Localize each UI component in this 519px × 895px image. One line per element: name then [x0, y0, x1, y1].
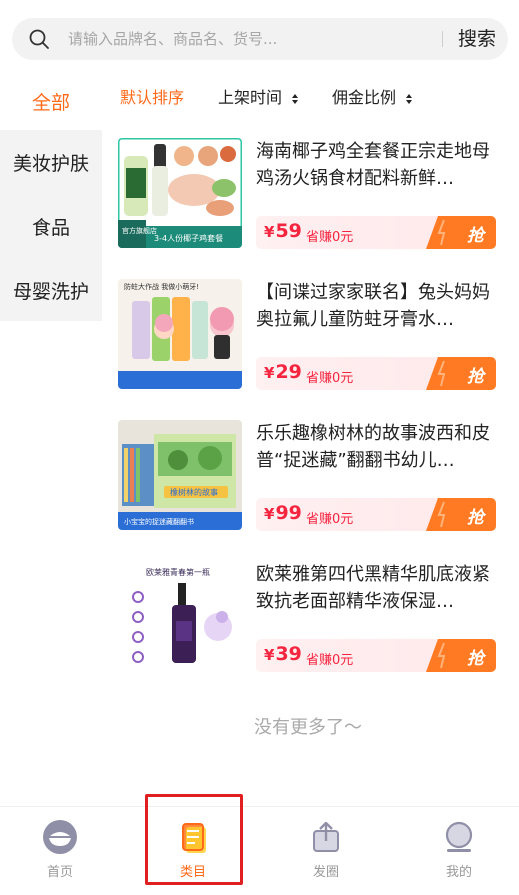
currency-symbol: ¥	[264, 646, 275, 664]
product-image-loreal-serum: 欧莱雅青春第一瓶	[118, 561, 242, 671]
tab-label: 类目	[179, 865, 206, 880]
sort-default-label: 默认排序	[120, 88, 185, 107]
price-value: 59	[275, 220, 302, 242]
share-icon	[313, 821, 339, 852]
sort-commission-label: 佣金比例	[332, 88, 397, 107]
product-image-coconut-chicken: 官方旗舰店 3-4人份椰子鸡套餐	[118, 138, 242, 248]
thumb-badge-text: 官方旗舰店	[122, 226, 157, 235]
sort-default[interactable]: 默认排序	[120, 84, 184, 108]
product-earn: 省赚0元	[306, 371, 354, 386]
price-bar: ¥99 省赚0元 抢	[256, 498, 496, 531]
product-earn: 省赚0元	[306, 653, 354, 668]
category-sidebar: 全部 美妆护肤 食品 母婴洗护	[0, 72, 102, 322]
product-price: ¥99	[264, 502, 302, 524]
grab-button-bg	[426, 498, 496, 531]
category-list-icon	[182, 823, 206, 853]
search-button[interactable]: 搜索	[458, 26, 496, 52]
product-card[interactable]: 官方旗舰店 3-4人份椰子鸡套餐 海南椰子鸡全套餐正宗走地母鸡汤火锅食材配料新鲜…	[118, 138, 498, 250]
product-title[interactable]: 海南椰子鸡全套餐正宗走地母鸡汤火锅食材配料新鲜…	[256, 138, 500, 192]
grab-label: 抢	[467, 226, 484, 246]
product-price: ¥39	[264, 643, 302, 665]
tab-label: 我的	[445, 865, 472, 880]
grab-button[interactable]: 抢	[426, 639, 496, 672]
sidebar-item-baby-care[interactable]: 母婴洗护	[0, 258, 102, 322]
price-value: 99	[275, 502, 302, 524]
search-input[interactable]	[68, 29, 418, 49]
search-divider	[442, 31, 443, 47]
currency-symbol: ¥	[264, 505, 275, 523]
price-value: 39	[275, 643, 302, 665]
sort-arrows-icon	[406, 93, 413, 104]
search-bar: 搜索	[12, 18, 508, 60]
grab-label: 抢	[467, 508, 484, 528]
tab-label: 发圈	[312, 865, 339, 880]
price-bar: ¥59 省赚0元 抢	[256, 216, 496, 249]
grab-button[interactable]: 抢	[426, 357, 496, 390]
grab-button-bg	[426, 357, 496, 390]
product-title[interactable]: 乐乐趣橡树林的故事波西和皮普“捉迷藏”翻翻书幼儿…	[256, 420, 500, 474]
thumb-caption-text: 防蛀大作战 我做小萌牙!	[124, 282, 199, 291]
price-bar: ¥39 省赚0元 抢	[256, 639, 496, 672]
thumb-caption-text: 3-4人份椰子鸡套餐	[154, 233, 223, 243]
sort-commission[interactable]: 佣金比例	[332, 84, 413, 108]
thumb-caption-text: 橡树林的故事	[170, 487, 218, 497]
tab-label: 首页	[46, 865, 73, 880]
product-title[interactable]: 【间谍过家家联名】兔头妈妈奥拉氟儿童防蛀牙膏水…	[256, 279, 500, 333]
product-title[interactable]: 欧莱雅第四代黑精华肌底液紧致抗老面部精华液保湿…	[256, 561, 500, 615]
product-price: ¥29	[264, 361, 302, 383]
product-image-toothpaste: 防蛀大作战 我做小萌牙!	[118, 279, 242, 389]
thumb-caption-text: 欧莱雅青春第一瓶	[146, 567, 210, 577]
grab-button[interactable]: 抢	[426, 216, 496, 249]
bottom-tab-bar: 首页 类目 发圈 我的	[0, 806, 519, 895]
profile-icon	[445, 821, 473, 852]
tab-category[interactable]: 类目	[138, 807, 248, 895]
tab-home[interactable]: 首页	[5, 807, 115, 895]
product-card[interactable]: 欧莱雅青春第一瓶 欧莱雅第四代黑精华肌底液紧致抗老面部精华液保湿… ¥39 省赚…	[118, 561, 498, 673]
grab-button-bg	[426, 216, 496, 249]
sort-listing-time-label: 上架时间	[218, 88, 283, 107]
product-price: ¥59	[264, 220, 302, 242]
price-bar: ¥29 省赚0元 抢	[256, 357, 496, 390]
grab-button[interactable]: 抢	[426, 498, 496, 531]
sort-arrows-icon	[292, 93, 299, 104]
home-bowl-icon	[43, 820, 77, 854]
currency-symbol: ¥	[264, 364, 275, 382]
grab-label: 抢	[467, 649, 484, 669]
sidebar-item-beauty[interactable]: 美妆护肤	[0, 130, 102, 194]
currency-symbol: ¥	[264, 223, 275, 241]
product-card[interactable]: 橡树林的故事 小宝宝的捉迷藏翻翻书 乐乐趣橡树林的故事波西和皮普“捉迷藏”翻翻书…	[118, 420, 498, 532]
sort-listing-time[interactable]: 上架时间	[218, 84, 299, 108]
product-card[interactable]: 防蛀大作战 我做小萌牙! 【间谍过家家联名】兔头妈妈奥拉氟儿童防蛀牙膏水… ¥2…	[118, 279, 498, 391]
grab-button-bg	[426, 639, 496, 672]
search-icon	[29, 29, 49, 49]
grab-label: 抢	[467, 367, 484, 387]
price-value: 29	[275, 361, 302, 383]
no-more-text: 没有更多了～	[254, 717, 362, 738]
sidebar-item-food[interactable]: 食品	[0, 194, 102, 258]
product-image-oak-forest-book: 橡树林的故事 小宝宝的捉迷藏翻翻书	[118, 420, 242, 530]
tab-share-circle[interactable]: 发圈	[271, 807, 381, 895]
sidebar-item-all[interactable]: 全部	[0, 72, 102, 130]
tab-profile[interactable]: 我的	[404, 807, 514, 895]
product-earn: 省赚0元	[306, 230, 354, 245]
sort-bar: 默认排序 上架时间 佣金比例	[118, 80, 508, 110]
thumb-badge-text: 小宝宝的捉迷藏翻翻书	[124, 517, 194, 526]
product-earn: 省赚0元	[306, 512, 354, 527]
